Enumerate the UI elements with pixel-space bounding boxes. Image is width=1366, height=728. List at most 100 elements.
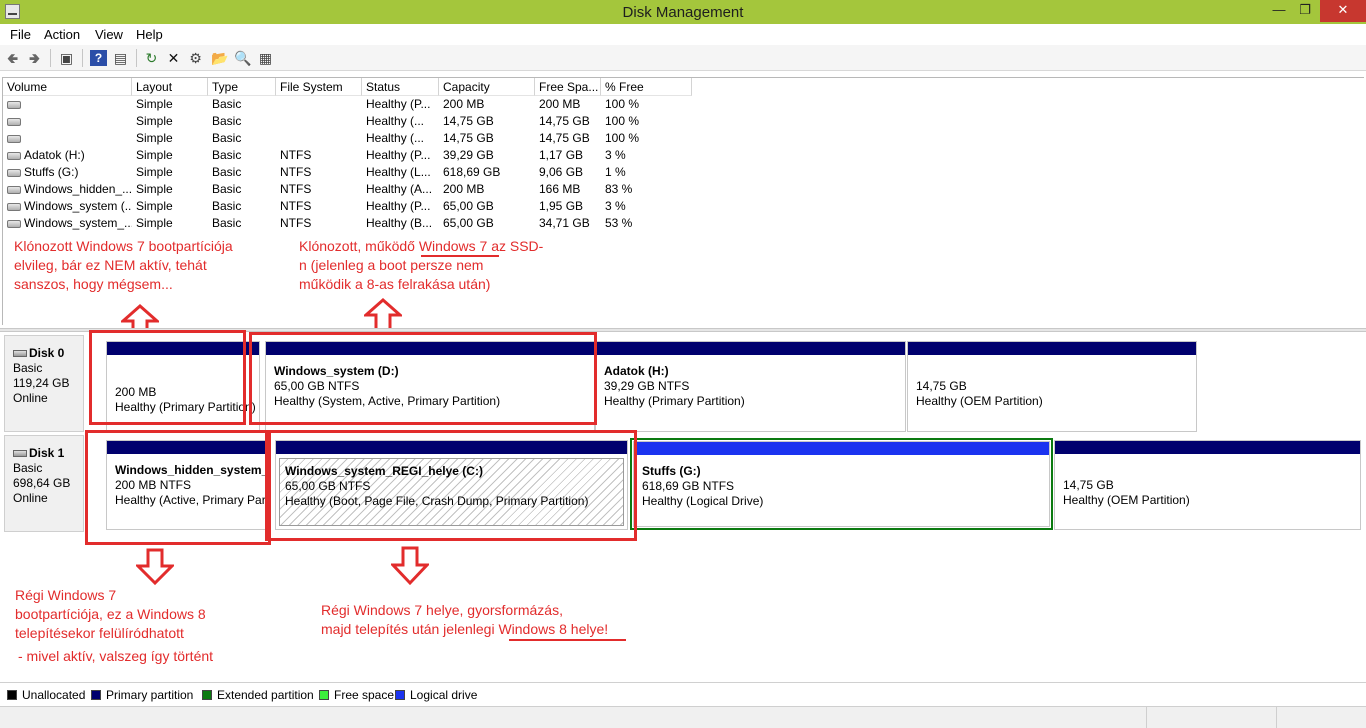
toolbar: 🢀 🢂 ▣ ? ▤ ↻ ✕ ⚙ 📂 🔍 ▦ xyxy=(0,45,1366,71)
close-button[interactable]: ✕ xyxy=(1320,0,1366,22)
legend-swatch xyxy=(7,690,17,700)
cell-type: Basic xyxy=(212,131,242,145)
export-icon[interactable]: ▦ xyxy=(257,50,274,66)
maximize-button[interactable]: ❐ xyxy=(1292,0,1318,22)
status-separator xyxy=(1146,707,1147,728)
cell-capacity: 39,29 GB xyxy=(443,148,494,162)
cell-volume: Windows_system_... xyxy=(3,216,132,233)
search-icon[interactable]: 🔍 xyxy=(234,50,251,66)
partition-status: Healthy (OEM Partition) xyxy=(916,394,1043,408)
column-header-status[interactable]: Status xyxy=(362,78,439,96)
volume-icon xyxy=(7,135,21,143)
delete-icon[interactable]: ✕ xyxy=(165,50,182,66)
cell-status: Healthy (B... xyxy=(366,216,433,230)
cell-capacity: 65,00 GB xyxy=(443,216,494,230)
disk-0-partition-oem[interactable]: 14,75 GB Healthy (OEM Partition) xyxy=(907,341,1197,432)
menu-view[interactable]: View xyxy=(95,27,123,42)
annotation-line: Klónozott Windows 7 bootpartíciója xyxy=(14,238,233,254)
cell-file-system xyxy=(276,114,362,131)
cell-volume: Stuffs (G:) xyxy=(3,165,132,182)
menu-action[interactable]: Action xyxy=(44,27,80,42)
partition-name: Adatok (H:) xyxy=(604,364,669,378)
column-header-capacity[interactable]: Capacity xyxy=(439,78,535,96)
legend-swatch xyxy=(91,690,101,700)
help-icon[interactable]: ? xyxy=(90,50,107,66)
disk-1-partition-oem[interactable]: 14,75 GB Healthy (OEM Partition) xyxy=(1054,440,1361,530)
cell-layout: Simple xyxy=(136,216,173,230)
cell-capacity: 200 MB xyxy=(443,182,485,196)
console-tree-icon[interactable]: ▣ xyxy=(58,50,75,66)
legend-item: Logical drive xyxy=(395,688,477,702)
legend-label: Primary partition xyxy=(106,688,194,702)
volume-name: Windows_hidden_... xyxy=(24,182,132,196)
annotation-cloned-win7: Klónozott, működő Windows 7 az SSD- n (j… xyxy=(299,237,543,294)
disk-0-size: 119,24 GB xyxy=(13,376,70,390)
legend-item: Unallocated xyxy=(7,688,85,702)
disk-1-partition-stuffs-g[interactable]: Stuffs (G:) 618,69 GB NTFS Healthy (Logi… xyxy=(633,441,1050,527)
column-header-file-system[interactable]: File System xyxy=(276,78,362,96)
legend-label: Logical drive xyxy=(410,688,478,702)
cell-status: Healthy (P... xyxy=(366,199,431,213)
cell-volume: Windows_hidden_... xyxy=(3,182,132,199)
legend-label: Unallocated xyxy=(22,688,86,702)
disk-0-label[interactable]: Disk 0 Basic 119,24 GB Online xyxy=(4,335,84,432)
cell-percent-free: 3 % xyxy=(605,148,626,162)
disk-1-status: Online xyxy=(13,491,48,505)
legend: Unallocated Primary partition Extended par… xyxy=(0,682,1366,704)
cell-status: Healthy (... xyxy=(366,114,425,128)
cell-type: Basic xyxy=(212,148,242,162)
open-icon[interactable]: 📂 xyxy=(211,50,228,66)
column-header-free-space[interactable]: Free Spa... xyxy=(535,78,601,96)
volume-icon xyxy=(7,152,21,160)
cell-layout: Simple xyxy=(136,114,173,128)
toolbar-separator xyxy=(50,49,51,67)
properties-icon[interactable]: ▤ xyxy=(112,50,129,66)
highlight-box-disk1-regi-helye xyxy=(265,430,637,541)
partition-size: 14,75 GB xyxy=(1063,478,1114,492)
highlight-box-disk0-boot xyxy=(89,330,246,425)
primary-partition-bar xyxy=(596,342,905,355)
cell-file-system: NTFS xyxy=(280,148,312,162)
disk-1-label[interactable]: Disk 1 Basic 698,64 GB Online xyxy=(4,435,84,532)
disk-0-partition-adatok-h[interactable]: Adatok (H:) 39,29 GB NTFS Healthy (Prima… xyxy=(595,341,906,432)
volume-icon xyxy=(7,203,21,211)
cell-file-system xyxy=(276,131,362,148)
column-header-layout[interactable]: Layout xyxy=(132,78,208,96)
cell-status: Healthy (A... xyxy=(366,182,433,196)
cell-status: Healthy (P... xyxy=(366,148,431,162)
volume-icon xyxy=(7,169,21,177)
annotation-line: működik a 8-as felrakása után) xyxy=(299,276,491,292)
legend-item: Free space xyxy=(319,688,394,702)
cell-capacity: 65,00 GB xyxy=(443,199,494,213)
cell-layout: Simple xyxy=(136,148,173,162)
menu-file[interactable]: File xyxy=(10,27,31,42)
cell-percent-free: 100 % xyxy=(605,114,640,128)
arrow-up-icon xyxy=(364,298,402,332)
forward-icon[interactable]: 🢂 xyxy=(26,50,43,66)
cell-free-space: 1,95 GB xyxy=(539,199,584,213)
annotation-line: majd telepítés után jelenlegi Windows 8 … xyxy=(321,621,609,637)
column-header-percent-free[interactable]: % Free xyxy=(601,78,692,96)
menu-help[interactable]: Help xyxy=(136,27,163,42)
cell-status: Healthy (... xyxy=(366,131,425,145)
cell-free-space: 9,06 GB xyxy=(539,165,584,179)
volume-icon xyxy=(7,101,21,109)
cell-type: Basic xyxy=(212,97,242,111)
disk-1-size: 698,64 GB xyxy=(13,476,71,490)
column-header-type[interactable]: Type xyxy=(208,78,276,96)
refresh-icon[interactable]: ↻ xyxy=(143,50,160,66)
partition-status: Healthy (OEM Partition) xyxy=(1063,493,1190,507)
back-icon[interactable]: 🢀 xyxy=(4,50,21,66)
volume-name: Adatok (H:) xyxy=(24,148,85,162)
settings-icon[interactable]: ⚙ xyxy=(187,50,204,66)
cell-free-space: 14,75 GB xyxy=(539,131,590,145)
toolbar-separator xyxy=(136,49,137,67)
highlight-box-disk1-hidden xyxy=(85,430,271,545)
column-header-volume[interactable]: Volume xyxy=(3,78,132,96)
cell-volume xyxy=(3,131,132,148)
annotation-old-boot-note: - mivel aktív, valszeg így történt xyxy=(18,648,214,664)
legend-swatch xyxy=(319,690,329,700)
cell-file-system: NTFS xyxy=(280,182,312,196)
minimize-button[interactable]: — xyxy=(1266,0,1292,22)
partition-size: 39,29 GB NTFS xyxy=(604,379,690,393)
